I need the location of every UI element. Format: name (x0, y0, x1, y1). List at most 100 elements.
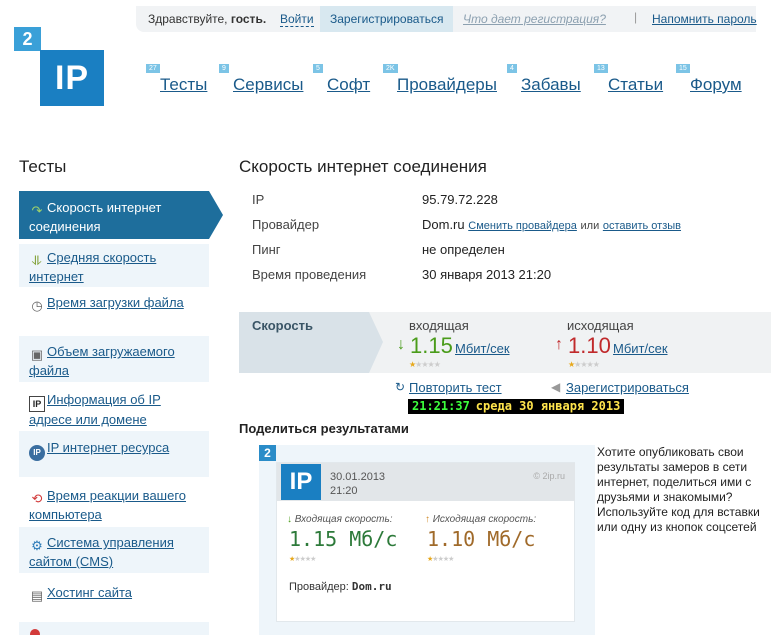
sidebar-item-label: Информация об IP адресе или домене (29, 392, 161, 427)
what-registration-link[interactable]: Что дает регистрация? (463, 12, 606, 26)
incoming-label: входящая (409, 318, 469, 333)
ping-label: Пинг (252, 242, 281, 257)
outgoing-rating: ★★★★★ (568, 360, 600, 369)
register-button[interactable]: Зарегистрироваться (320, 6, 453, 32)
speed-label-arrow (369, 312, 383, 373)
nav-link[interactable]: Забавы (521, 75, 581, 95)
card-in-label-row: ↓ Входящая скорость: (287, 514, 393, 525)
speed-icon: ↷ (31, 203, 43, 218)
sidebar-item-label: Время загрузки файла (47, 295, 184, 310)
incoming-speed-value: 1.15 (410, 333, 453, 358)
page-title: Скорость интернет соединения (239, 157, 487, 176)
sidebar-title: Тесты (19, 157, 67, 176)
nav-link[interactable]: Статьи (608, 75, 663, 95)
test-time-value: 30 января 2013 21:20 (422, 267, 552, 282)
card-date: 30.01.2013 (330, 471, 386, 483)
card-provider-label: Провайдер: (289, 581, 349, 593)
provider-value: Dom.ru (422, 217, 465, 232)
nav-badge: 27 (146, 64, 160, 73)
card-in-value: 1.15 Мб/с (289, 527, 398, 551)
nav-link[interactable]: Софт (327, 75, 370, 95)
sidebar-item-download-time[interactable]: ◷ Время загрузки файла (19, 292, 209, 320)
card-time: 21:20 (330, 485, 358, 497)
clock-icon: ◷ (31, 298, 43, 313)
ip-value: 95.79.72.228 (422, 192, 498, 207)
sidebar-item-file-volume[interactable]: ▣ Объем загружаемого файла (19, 336, 209, 382)
site-logo[interactable]: IP (40, 50, 104, 106)
login-link[interactable]: Войти (280, 12, 314, 27)
card-badge: 2 (259, 445, 276, 461)
cms-icon: ⚙ (31, 538, 43, 553)
clock-date: среда 30 января 2013 (475, 399, 621, 413)
card-header: IP 30.01.2013 21:20 © 2ip.ru (277, 463, 575, 501)
sidebar-item-label: Система управления сайтом (CMS) (29, 535, 174, 569)
speed-results: Скорость входящая ↓ 1.15 Мбит/сек ★★★★★ … (239, 312, 771, 373)
sidebar-item-ip-info[interactable]: IP Информация об IP адресе или домене (19, 388, 209, 428)
card-out-value: 1.10 Мб/с (427, 527, 536, 551)
sidebar-item-label: Хостинг сайта (47, 585, 133, 600)
card-in-label: Входящая скорость: (294, 514, 393, 525)
incoming-unit-link[interactable]: Мбит/сек (455, 341, 510, 356)
ip-label: IP (252, 192, 265, 207)
sidebar-item-label: Объем загружаемого файла (29, 344, 175, 378)
arrow-down-icon: ↓ (287, 514, 292, 525)
card-provider: Провайдер: Dom.ru (289, 580, 392, 593)
sidebar-item-speed[interactable]: ↷ Скорость интернет соединения (19, 191, 223, 239)
nav-link[interactable]: Форум (690, 75, 742, 95)
change-provider-link[interactable]: Сменить провайдера (468, 220, 577, 232)
card-in-rating: ★★★★★ (289, 555, 316, 563)
star-icon: ★ (448, 556, 454, 563)
share-description: Хотите опубликовать свои результаты заме… (597, 445, 760, 534)
speed-label: Скорость (252, 318, 313, 333)
leave-review-link[interactable]: оставить отзыв (603, 220, 681, 232)
share-title: Поделиться результатами (239, 421, 409, 436)
nav-link[interactable]: Провайдеры (397, 75, 497, 95)
clock-time: 21:21:37 (412, 399, 470, 413)
volume-icon: ▣ (30, 347, 44, 362)
nav-badge: 2K (383, 64, 398, 73)
nav-badge: 13 (594, 64, 608, 73)
outgoing-label: исходящая (567, 318, 634, 333)
card-out-label-row: ↑ Исходящая скорость: (425, 514, 536, 525)
result-card[interactable]: IP 30.01.2013 21:20 © 2ip.ru ↓ Входящая … (276, 462, 575, 622)
sidebar-item-partial[interactable] (19, 622, 209, 635)
sidebar-item-label: Скорость интернет соединения (29, 200, 162, 234)
nav-badge: 4 (507, 64, 517, 73)
ip-icon: IP (29, 396, 45, 412)
outgoing-unit-link[interactable]: Мбит/сек (613, 341, 668, 356)
star-icon: ★ (592, 360, 600, 369)
remind-password-link[interactable]: Напомнить пароль (652, 12, 757, 26)
or-text: или (580, 220, 600, 232)
register-link[interactable]: Зарегистрироваться (566, 380, 689, 395)
card-out-rating: ★★★★★ (427, 555, 454, 563)
repeat-icon: ↻ (395, 380, 406, 394)
ip-resource-icon: IP (29, 445, 45, 461)
sidebar-item-ip-resource[interactable]: IP IP интернет ресурса (19, 431, 209, 477)
sidebar-item-average-speed[interactable]: ⥥ Средняя скорость интернет (19, 244, 209, 287)
sidebar-item-hosting[interactable]: ▤ Хостинг сайта (19, 581, 209, 609)
card-provider-value: Dom.ru (351, 580, 392, 593)
greeting-prefix: Здравствуйте, (148, 12, 228, 26)
arrow-down-icon: ↓ (397, 336, 405, 353)
test-time-label: Время проведения (252, 267, 367, 282)
separator: | (634, 10, 638, 24)
live-clock: 21:21:37 среда 30 января 2013 (408, 399, 625, 414)
sidebar-item-label: Средняя скорость интернет (29, 250, 157, 284)
provider-row: Dom.ru Сменить провайдера или оставить о… (422, 217, 681, 232)
nav-link[interactable]: Тесты (160, 75, 207, 95)
active-indicator (209, 191, 223, 239)
greeting-user: гость. (230, 12, 267, 26)
sidebar-item-reaction-time[interactable]: ⟲ Время реакции вашего компьютера (19, 484, 209, 524)
sidebar-item-label: IP интернет ресурса (47, 440, 170, 455)
nav-badge: 5 (313, 64, 323, 73)
top-bar: Здравствуйте, гость. Войти Зарегистриров… (136, 6, 757, 32)
ping-value: не определен (422, 242, 505, 257)
corner-fragment (640, 0, 771, 5)
hosting-icon: ▤ (30, 588, 44, 603)
reaction-icon: ⟲ (31, 491, 43, 506)
star-icon: ★ (310, 556, 316, 563)
sidebar-item-cms[interactable]: ⚙ Система управления сайтом (CMS) (19, 527, 209, 573)
card-out-label: Исходящая скорость: (432, 514, 537, 525)
nav-link[interactable]: Сервисы (233, 75, 303, 95)
repeat-test-link[interactable]: Повторить тест (409, 380, 502, 395)
